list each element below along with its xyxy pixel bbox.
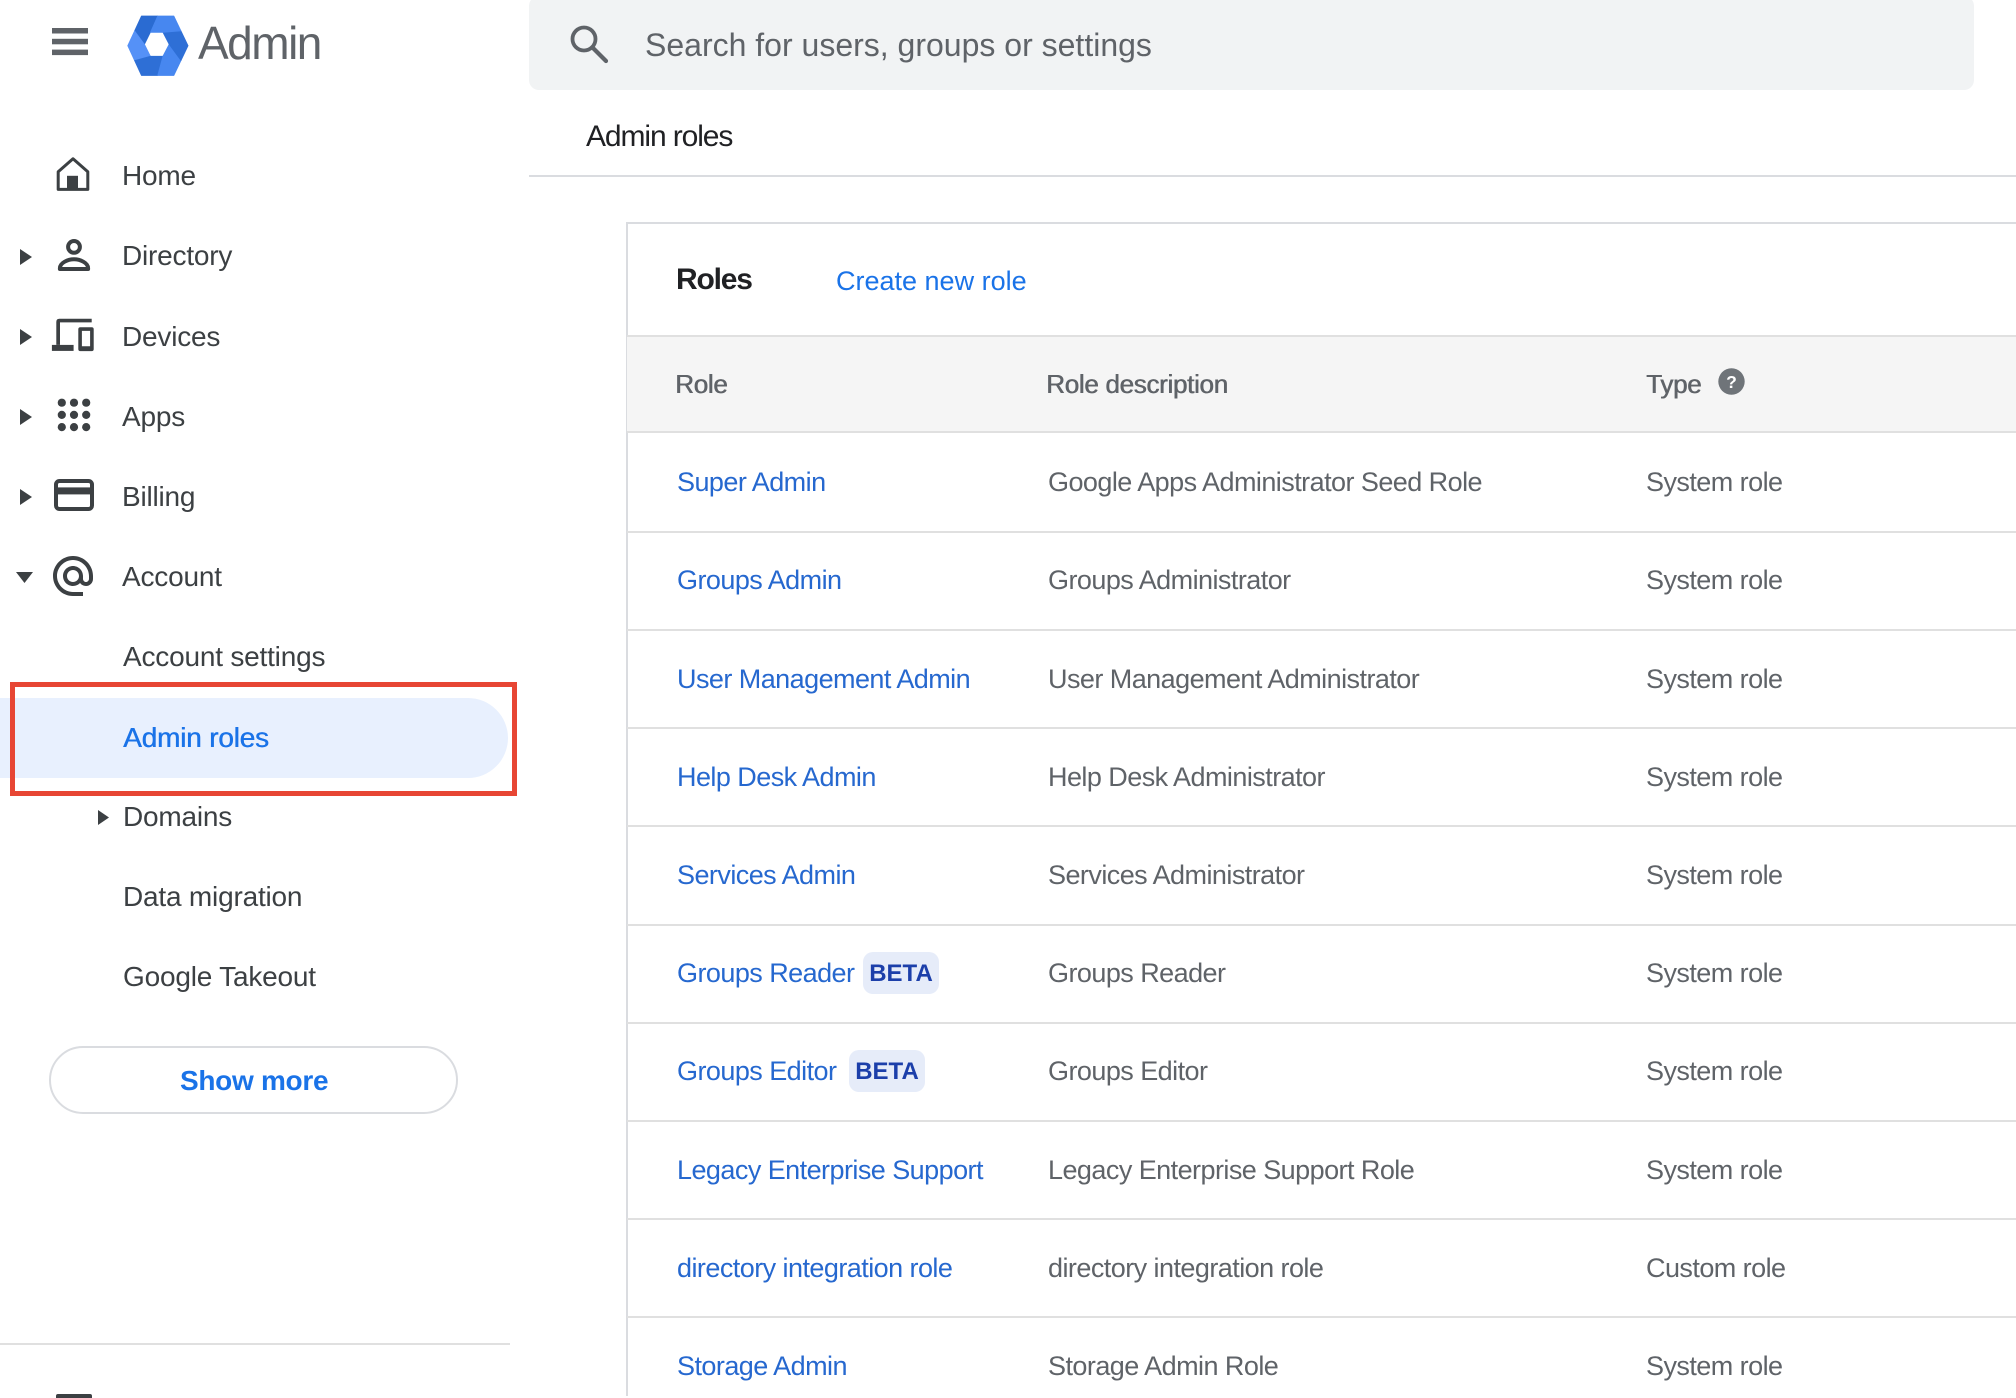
svg-text:?: ? xyxy=(1726,372,1737,392)
